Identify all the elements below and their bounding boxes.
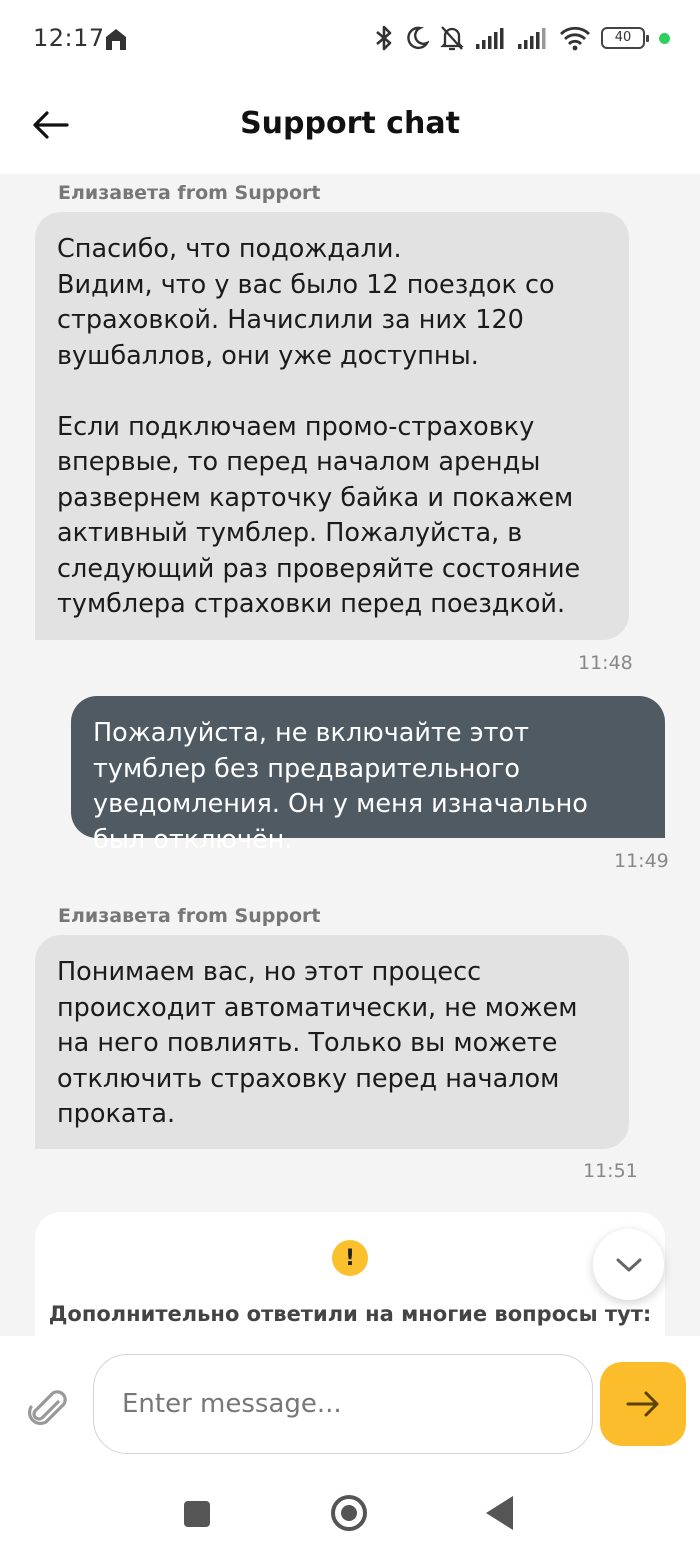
status-time: 12:17	[33, 24, 105, 52]
moon-icon	[407, 26, 429, 50]
battery-icon: 40	[601, 27, 649, 49]
scroll-down-button[interactable]	[593, 1229, 664, 1300]
composer-bar	[0, 1336, 700, 1466]
message-sender: Елизавета from Support	[58, 905, 321, 927]
system-back-button[interactable]	[486, 1496, 513, 1530]
message-sender: Елизавета from Support	[58, 182, 321, 204]
info-card[interactable]: ! Дополнительно ответили на многие вопро…	[35, 1212, 665, 1336]
outgoing-message-bubble: Пожалуйста, не включайте этот тумблер бе…	[71, 696, 665, 855]
wifi-icon	[560, 26, 590, 51]
privacy-indicator-dot	[659, 32, 670, 44]
info-card-text: Дополнительно ответили на многие вопросы…	[48, 1302, 652, 1326]
signal-icon	[518, 28, 546, 49]
incoming-message-bubble: Понимаем вас, но этот процесс происходит…	[35, 935, 629, 1149]
recents-button[interactable]	[184, 1501, 210, 1527]
bluetooth-icon	[376, 25, 392, 51]
arrow-right-icon	[626, 1391, 659, 1417]
message-input[interactable]	[93, 1354, 593, 1454]
paperclip-icon[interactable]	[28, 1388, 72, 1432]
home-icon	[106, 29, 126, 50]
message-time: 11:49	[614, 850, 669, 872]
app-header: Support chat	[0, 80, 700, 174]
send-button[interactable]	[600, 1362, 686, 1446]
page-title: Support chat	[240, 106, 460, 141]
system-nav-bar	[0, 1466, 700, 1556]
message-time: 11:51	[583, 1160, 638, 1182]
status-bar: 12:17 40	[0, 0, 700, 80]
message-time: 11:48	[578, 652, 633, 674]
home-circle-icon	[341, 1505, 357, 1521]
signal-icon	[476, 28, 504, 49]
chat-area[interactable]: Елизавета from Support Спасибо, что подо…	[0, 174, 700, 1336]
incoming-message-bubble: Спасибо, что подождали. Видим, что у вас…	[35, 212, 629, 640]
chevron-down-icon	[616, 1258, 641, 1271]
bell-off-icon	[440, 26, 464, 51]
home-button[interactable]	[331, 1495, 367, 1531]
status-icons: 40	[373, 24, 670, 52]
exclamation-icon: !	[332, 1240, 368, 1276]
